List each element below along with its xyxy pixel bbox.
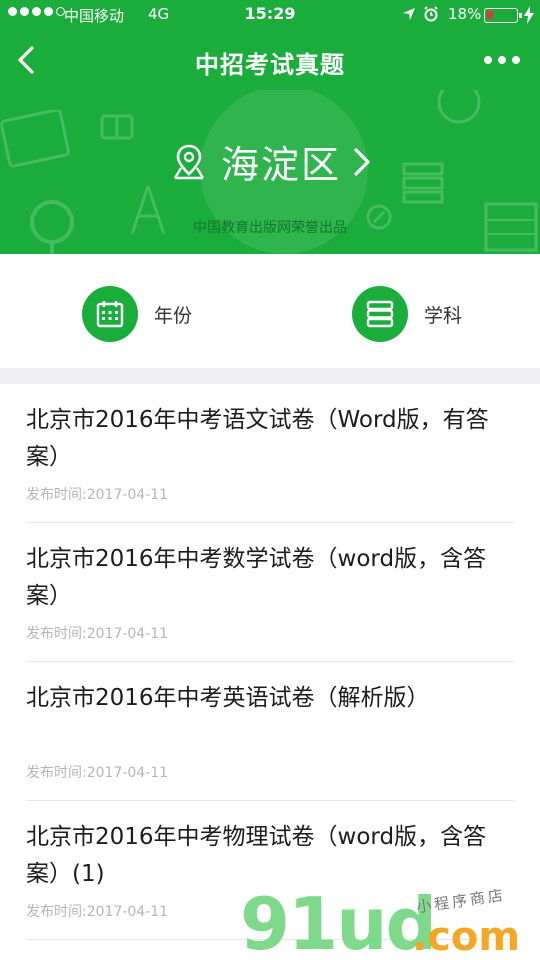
dot-icon xyxy=(484,56,492,64)
district-name: 海淀区 xyxy=(220,143,341,187)
item-title: 北京市2016年中考英语试卷（解析版） xyxy=(26,685,430,711)
item-publish-date: 发布时间:2017-04-11 xyxy=(26,626,169,642)
battery-icon xyxy=(484,8,522,23)
chevron-left-icon xyxy=(18,46,34,74)
item-title: 北京市2016年中考物理试卷（word版，含答案）(1) xyxy=(26,824,487,887)
filter-row: 年份 学科 xyxy=(0,254,540,368)
list-item[interactable]: 北京市2016年中考语文试卷（Word版，有答案） 发布时间:2017-04-1… xyxy=(26,384,514,523)
exam-paper-list: 北京市2016年中考语文试卷（Word版，有答案） 发布时间:2017-04-1… xyxy=(0,384,540,940)
navigation-bar: 中招考试真题 xyxy=(0,30,540,90)
dot-icon xyxy=(498,56,506,64)
item-title: 北京市2016年中考语文试卷（Word版，有答案） xyxy=(26,407,489,470)
publisher-credit: 中国教育出版网荣誉出品 xyxy=(193,220,347,236)
item-publish-date: 发布时间:2017-04-11 xyxy=(26,765,169,781)
section-divider xyxy=(0,368,540,384)
item-publish-date: 发布时间:2017-04-11 xyxy=(26,904,169,920)
charging-bolt-icon xyxy=(524,6,534,24)
status-bar: 中国移动 4G 15:29 18% xyxy=(0,0,540,30)
item-title: 北京市2016年中考数学试卷（word版，含答案） xyxy=(26,546,487,609)
district-banner: 海淀区 中国教育出版网荣誉出品 xyxy=(0,90,540,254)
location-arrow-icon xyxy=(403,8,415,20)
page-title: 中招考试真题 xyxy=(195,51,345,79)
map-pin-icon xyxy=(173,144,205,179)
alarm-clock-icon xyxy=(424,6,438,22)
list-item[interactable]: 北京市2016年中考英语试卷（解析版） 发布时间:2017-04-11 xyxy=(26,662,514,801)
list-item[interactable]: 北京市2016年中考数学试卷（word版，含答案） 发布时间:2017-04-1… xyxy=(26,523,514,662)
subject-filter-label: 学科 xyxy=(424,304,463,327)
year-filter-button[interactable]: 年份 xyxy=(82,286,192,342)
books-icon xyxy=(352,286,408,342)
more-options-button[interactable] xyxy=(484,52,524,68)
battery-percentage: 18% xyxy=(448,5,482,23)
list-item[interactable]: 北京市2016年中考物理试卷（word版，含答案）(1) 发布时间:2017-0… xyxy=(26,801,514,940)
district-selector[interactable]: 海淀区 xyxy=(0,134,540,189)
item-publish-date: 发布时间:2017-04-11 xyxy=(26,487,169,503)
subject-filter-button[interactable]: 学科 xyxy=(352,286,462,342)
dot-icon xyxy=(512,56,520,64)
year-filter-label: 年份 xyxy=(154,304,193,327)
earth-decoration-icon xyxy=(437,90,481,124)
back-button[interactable] xyxy=(12,44,42,76)
chevron-right-icon xyxy=(354,147,370,176)
calendar-icon xyxy=(82,286,138,342)
